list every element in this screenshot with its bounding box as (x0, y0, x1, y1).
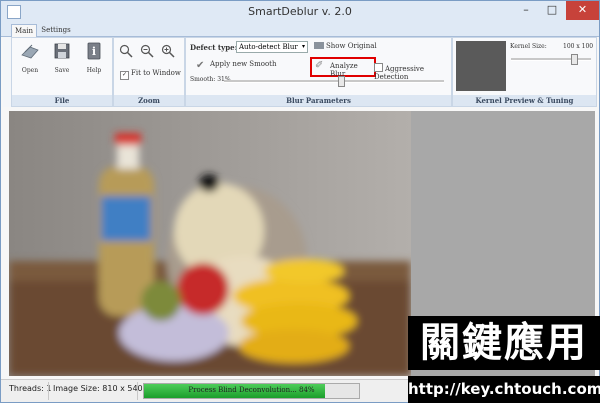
apply-check-icon: ✔ (196, 60, 205, 71)
fit-to-window-label: Fit to Window (131, 69, 181, 77)
group-zoom: ✓ Fit to Window Zoom (113, 37, 185, 107)
group-blur-parameters: Defect type: Auto-detect Blur ▾ Show Ori… (185, 37, 452, 107)
open-icon (21, 44, 39, 59)
minimize-button[interactable]: – (513, 1, 539, 20)
group-kernel-preview: Kernel Size: 100 x 100 Kernel Preview & … (452, 37, 597, 107)
show-original-icon (314, 42, 324, 49)
photo-scene (9, 111, 411, 376)
defect-type-select[interactable]: Auto-detect Blur ▾ (236, 41, 308, 53)
threads-status: Threads: 1 (9, 384, 52, 393)
chevron-down-icon: ▾ (301, 43, 305, 50)
apply-new-smooth-button[interactable]: ✔ Apply new Smooth (196, 60, 277, 71)
tab-settings[interactable]: Settings (39, 24, 73, 36)
ribbon: Open Save i Help File ✓ Fit to Window Zo… (3, 37, 597, 107)
kernel-slider-track[interactable] (511, 58, 591, 61)
blurred-photo (9, 111, 411, 376)
help-button[interactable]: i Help (79, 41, 109, 74)
kernel-slider-thumb[interactable] (571, 54, 578, 65)
watermark-url: http://key.chtouch.com (408, 376, 600, 403)
zoom-in-icon[interactable] (161, 44, 175, 58)
apply-new-smooth-label: Apply new Smooth (210, 60, 277, 68)
progress-text: Process Blind Deconvolution... 84% (188, 386, 315, 394)
zoom-icon[interactable] (119, 44, 133, 58)
tab-main[interactable]: Main (11, 24, 37, 37)
fit-to-window-checkbox[interactable]: ✓ Fit to Window (120, 69, 181, 80)
analyze-blur-button[interactable]: ✐ Analyze Blur (310, 57, 376, 78)
fit-check-icon: ✓ (120, 71, 129, 80)
show-original-button[interactable]: Show Original (314, 42, 377, 50)
defect-type-value: Auto-detect Blur (239, 43, 298, 51)
watermark-logo-text: 關鍵應用 (408, 316, 600, 370)
save-button[interactable]: Save (47, 41, 77, 74)
kernel-caption: Kernel Preview & Tuning (453, 95, 596, 106)
zoom-out-icon[interactable] (140, 44, 154, 58)
wand-icon: ✐ (315, 60, 324, 71)
help-icon: i (87, 42, 101, 60)
show-original-label: Show Original (326, 42, 377, 50)
window-title: SmartDeblur v. 2.0 (248, 5, 352, 18)
title-bar[interactable]: SmartDeblur v. 2.0 – □ ✕ (1, 1, 599, 23)
progress-bar: Process Blind Deconvolution... 84% (143, 383, 360, 399)
smooth-slider-track[interactable] (224, 80, 444, 83)
aggressive-detection-checkbox[interactable]: Aggressive Detection (374, 63, 451, 81)
save-label: Save (54, 67, 70, 74)
ribbon-tabs: Main Settings (1, 23, 599, 37)
open-label: Open (21, 67, 39, 74)
group-file: Open Save i Help File (11, 37, 113, 107)
smooth-slider-thumb[interactable] (338, 76, 345, 87)
status-separator (48, 382, 49, 400)
defect-type-label: Defect type: (190, 43, 238, 52)
save-icon (54, 43, 70, 59)
open-button[interactable]: Open (15, 41, 45, 74)
kernel-size-label: Kernel Size: (510, 43, 547, 50)
kernel-size-value: 100 x 100 (563, 43, 594, 50)
image-size-status: Image Size: 810 x 540 (53, 384, 143, 393)
svg-text:i: i (92, 45, 96, 58)
analyze-blur-label: Analyze Blur (330, 62, 358, 78)
aggressive-check-icon (374, 63, 383, 72)
file-caption: File (12, 95, 112, 106)
status-separator (137, 382, 138, 400)
zoom-caption: Zoom (114, 95, 184, 106)
close-button[interactable]: ✕ (566, 1, 599, 20)
maximize-button[interactable]: □ (539, 1, 565, 20)
help-label: Help (86, 67, 102, 74)
kernel-preview (456, 41, 506, 91)
blur-parameters-caption: Blur Parameters (186, 95, 451, 106)
